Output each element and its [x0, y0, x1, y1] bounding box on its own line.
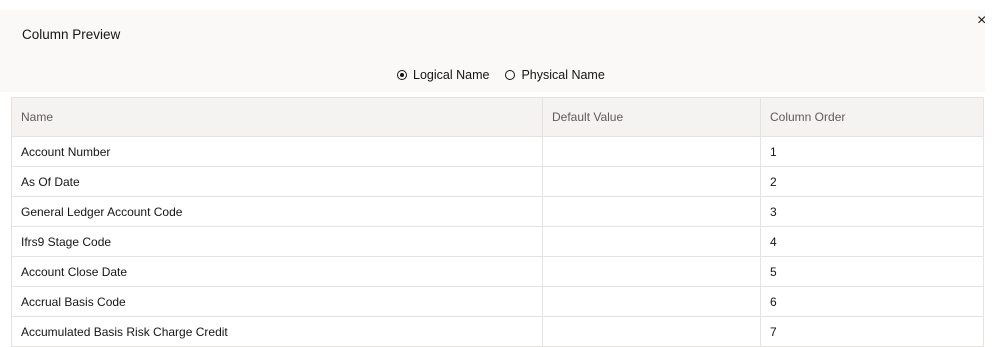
cell-default-value	[542, 196, 761, 227]
cell-name: General Ledger Account Code	[11, 196, 543, 227]
cell-default-value	[542, 166, 761, 197]
cell-column-order: 2	[760, 166, 984, 197]
cell-default-value	[542, 316, 761, 347]
cell-name: Account Number	[11, 136, 543, 167]
column-header-name: Name	[11, 97, 543, 137]
column-header-default-value: Default Value	[542, 97, 761, 137]
cell-column-order: 5	[760, 256, 984, 287]
cell-default-value	[542, 256, 761, 287]
cell-column-order: 1	[760, 136, 984, 167]
cell-name: Ifrs9 Stage Code	[11, 226, 543, 257]
cell-name: Account Close Date	[11, 256, 543, 287]
close-icon[interactable]: ×	[977, 13, 991, 29]
table-row[interactable]: Accumulated Basis Risk Charge Credit 7	[11, 316, 984, 347]
table-row[interactable]: Accrual Basis Code 6	[11, 286, 984, 317]
cell-name: Accumulated Basis Risk Charge Credit	[11, 316, 543, 347]
cell-column-order: 4	[760, 226, 984, 257]
table-row[interactable]: As Of Date 2	[11, 166, 984, 197]
column-preview-table: Name Default Value Column Order Account …	[11, 97, 984, 347]
table-header-row: Name Default Value Column Order	[11, 97, 984, 137]
cell-name: Accrual Basis Code	[11, 286, 543, 317]
cell-column-order: 6	[760, 286, 984, 317]
cell-default-value	[542, 286, 761, 317]
radio-physical-name[interactable]: Physical Name	[505, 68, 605, 82]
radio-label: Physical Name	[521, 68, 605, 82]
cell-name: As Of Date	[11, 166, 543, 197]
radio-unselected-icon	[505, 70, 516, 80]
table-row[interactable]: Account Close Date 5	[11, 256, 984, 287]
cell-default-value	[542, 136, 761, 167]
dialog-title: Column Preview	[22, 27, 121, 42]
column-preview-dialog: Column Preview × Logical Name Physical N…	[0, 0, 995, 347]
name-type-radio-group: Logical Name Physical Name	[397, 68, 621, 82]
cell-column-order: 7	[760, 316, 984, 347]
table-row[interactable]: General Ledger Account Code 3	[11, 196, 984, 227]
cell-default-value	[542, 226, 761, 257]
column-header-column-order: Column Order	[760, 97, 984, 137]
radio-selected-icon	[397, 70, 407, 80]
table-row[interactable]: Account Number 1	[11, 136, 984, 167]
cell-column-order: 3	[760, 196, 984, 227]
table-row[interactable]: Ifrs9 Stage Code 4	[11, 226, 984, 257]
radio-label: Logical Name	[413, 68, 490, 82]
radio-logical-name[interactable]: Logical Name	[397, 68, 489, 82]
